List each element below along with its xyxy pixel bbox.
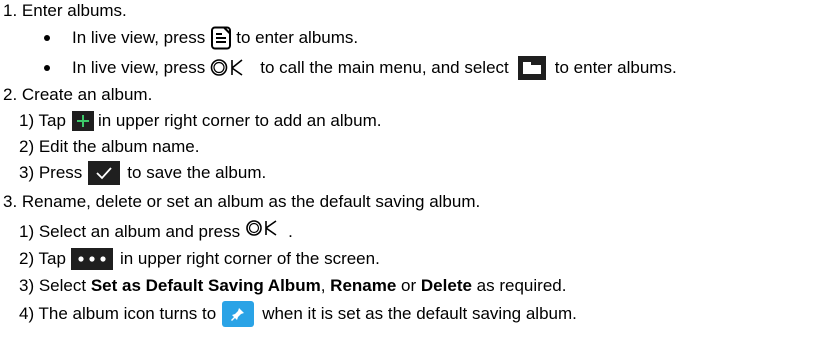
step3-sub2: 2) Tap in upper right corner of the scre… <box>19 248 380 270</box>
step1-bullet2-middle: to call the main menu, and select <box>260 58 509 77</box>
step1-heading: 1. Enter albums. <box>3 0 127 22</box>
step3-sub1-after: . <box>288 222 293 241</box>
more-icon <box>70 248 113 270</box>
step1-bullet1-after: to enter albums. <box>236 28 359 47</box>
step3-sub3-option-default: Set as Default Saving Album <box>90 276 321 295</box>
step3-heading-text: 3. Rename, delete or set an album as the… <box>3 192 481 211</box>
step3-sub3-sep1: , <box>320 276 326 295</box>
step2-sub1: 1) Tap in upper right corner to add an a… <box>19 110 381 132</box>
bullet-dot <box>44 35 50 41</box>
step3-heading: 3. Rename, delete or set an album as the… <box>3 191 480 213</box>
albums-icon <box>210 26 234 50</box>
check-icon <box>88 161 121 185</box>
step2-sub1-after: in upper right corner to add an album. <box>97 111 382 130</box>
step2-heading: 2. Create an album. <box>3 84 152 106</box>
step3-sub1: 1) Select an album and press . <box>19 219 293 243</box>
step1-bullet1: In live view, press to enter albums. <box>44 26 359 50</box>
ok-icon <box>210 58 256 78</box>
step2-sub3-after: to save the album. <box>127 163 267 182</box>
step2-sub3-before: 3) Press <box>19 163 83 182</box>
step1-bullet2-before: In live view, press <box>72 58 206 77</box>
step2-sub1-before: 1) Tap <box>19 111 66 130</box>
step3-sub3-prefix: 3) Select <box>19 276 87 295</box>
step2-heading-text: 2. Create an album. <box>3 85 153 104</box>
bullet-dot <box>44 65 50 71</box>
pin-icon <box>222 301 255 327</box>
step1-bullet2-after: to enter albums. <box>554 58 677 77</box>
step3-sub3: 3) Select Set as Default Saving Album , … <box>19 275 566 297</box>
step1-bullet2: In live view, press to call the main men… <box>44 56 677 80</box>
step3-sub4: 4) The album icon turns to when it is se… <box>19 301 577 327</box>
step1-heading-text: 1. Enter albums. <box>3 1 127 20</box>
step2-sub3: 3) Press to save the album. <box>19 161 267 185</box>
step3-sub3-sep2: or <box>401 276 417 295</box>
step2-sub2: 2) Edit the album name. <box>19 136 199 158</box>
step3-sub4-before: 4) The album icon turns to <box>19 304 217 323</box>
step2-sub2-text: 2) Edit the album name. <box>19 137 200 156</box>
plus-icon <box>71 111 94 131</box>
step1-bullet1-before: In live view, press <box>72 28 206 47</box>
step3-sub3-suffix: as required. <box>476 276 567 295</box>
step3-sub4-after: when it is set as the default saving alb… <box>262 304 577 323</box>
step3-sub3-option-delete: Delete <box>420 276 472 295</box>
step3-sub2-after: in upper right corner of the screen. <box>119 249 380 268</box>
step3-sub1-before: 1) Select an album and press <box>19 222 241 241</box>
step3-sub2-before: 2) Tap <box>19 249 66 268</box>
ok-icon <box>246 219 288 239</box>
folder-icon <box>517 56 546 80</box>
step3-sub3-option-rename: Rename <box>330 276 397 295</box>
